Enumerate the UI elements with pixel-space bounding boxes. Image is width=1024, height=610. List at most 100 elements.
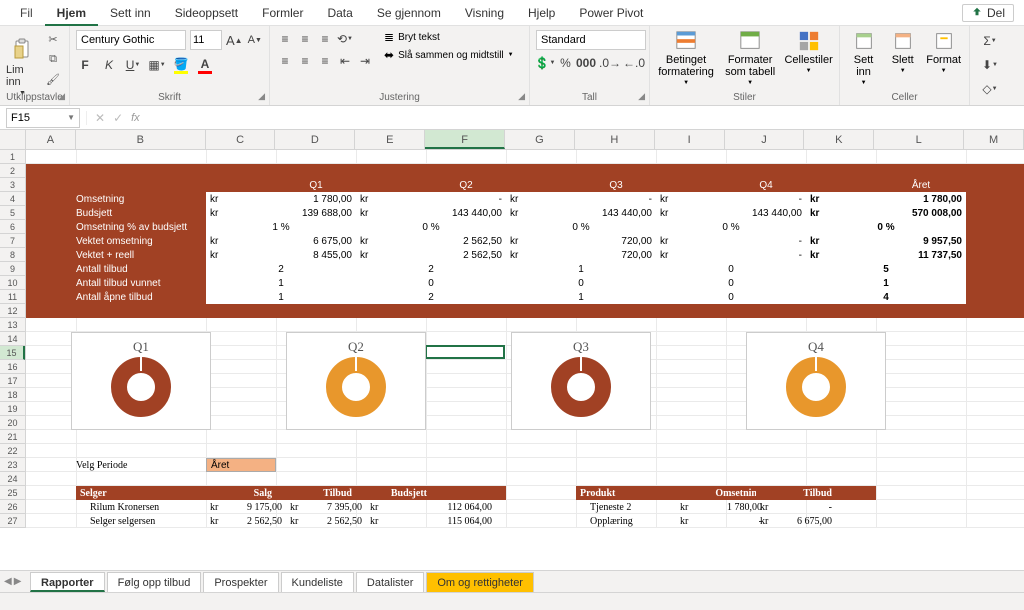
row-header-6[interactable]: 6 [0, 220, 25, 234]
row-header-23[interactable]: 23 [0, 458, 25, 472]
col-header-A[interactable]: A [26, 130, 76, 149]
sheet-tab-datalister[interactable]: Datalister [356, 572, 424, 592]
data-cell[interactable]: 0 [356, 276, 506, 290]
seller-table-cell[interactable]: kr115 064,00 [366, 514, 496, 528]
share-button[interactable]: Del [962, 4, 1014, 22]
row-header-17[interactable]: 17 [0, 374, 25, 388]
sheet-tab-prospekter[interactable]: Prospekter [203, 572, 278, 592]
col-header-J[interactable]: J [725, 130, 805, 149]
donut-chart-q3[interactable]: Q3 [511, 332, 651, 430]
currency-button[interactable]: 💲▼ [536, 54, 554, 72]
tab-hjem[interactable]: Hjem [45, 0, 98, 26]
data-cell[interactable]: kr2 562,50 [356, 234, 506, 248]
number-format-combo[interactable] [536, 30, 646, 50]
donut-chart-q2[interactable]: Q2 [286, 332, 426, 430]
data-cell[interactable]: 1 % [206, 220, 356, 234]
enter-formula-icon[interactable]: ✓ [113, 111, 123, 125]
period-dropdown[interactable]: Året [206, 458, 276, 472]
tab-powerpivot[interactable]: Power Pivot [567, 0, 655, 26]
row-header-5[interactable]: 5 [0, 206, 25, 220]
data-cell[interactable]: 1 [806, 276, 966, 290]
col-header-G[interactable]: G [505, 130, 575, 149]
seller-table-header[interactable]: Salg [206, 486, 276, 500]
data-cell[interactable]: kr143 440,00 [356, 206, 506, 220]
data-cell[interactable]: kr1 780,00 [806, 192, 966, 206]
data-cell[interactable]: kr2 562,50 [356, 248, 506, 262]
data-cell[interactable]: kr- [656, 248, 806, 262]
data-cell[interactable]: 0 [656, 262, 806, 276]
italic-button[interactable]: K [100, 56, 118, 74]
row-header-7[interactable]: 7 [0, 234, 25, 248]
percent-button[interactable]: % [560, 54, 571, 72]
row-header-2[interactable]: 2 [0, 164, 25, 178]
row-header-25[interactable]: 25 [0, 486, 25, 500]
data-cell[interactable]: 2 [206, 262, 356, 276]
row-header-27[interactable]: 27 [0, 514, 25, 528]
data-cell[interactable]: 1 [206, 276, 356, 290]
seller-table-cell[interactable]: Rilum Kronersen [86, 500, 206, 514]
row-header-16[interactable]: 16 [0, 360, 25, 374]
data-cell[interactable]: 0 % [356, 220, 506, 234]
product-table-cell[interactable]: Tjeneste 2 [586, 500, 686, 514]
col-header-L[interactable]: L [874, 130, 964, 149]
merge-button[interactable]: ⬌Slå sammen og midtstill▼ [384, 48, 514, 62]
col-header-H[interactable]: H [575, 130, 655, 149]
row-header-11[interactable]: 11 [0, 290, 25, 304]
seller-table-cell[interactable]: kr2 562,50 [206, 514, 286, 528]
data-cell[interactable]: 0 [656, 290, 806, 304]
product-table-cell[interactable]: Opplæring [586, 514, 686, 528]
align-middle-button[interactable]: ≡ [296, 30, 314, 48]
align-top-button[interactable]: ≡ [276, 30, 294, 48]
tab-sideoppsett[interactable]: Sideoppsett [163, 0, 250, 26]
row-header-24[interactable]: 24 [0, 472, 25, 486]
row-header-15[interactable]: 15 [0, 346, 25, 360]
underline-button[interactable]: U ▼ [124, 56, 142, 74]
format-painter-button[interactable]: 🖌 [43, 70, 63, 88]
row-header-19[interactable]: 19 [0, 402, 25, 416]
data-cell[interactable]: kr139 688,00 [206, 206, 356, 220]
row-header-22[interactable]: 22 [0, 444, 25, 458]
row-header-3[interactable]: 3 [0, 178, 25, 192]
seller-table-cell[interactable]: kr9 175,00 [206, 500, 286, 514]
borders-button[interactable]: ▦ ▼ [148, 56, 166, 74]
data-cell[interactable]: kr- [656, 234, 806, 248]
sheet-tab-rapporter[interactable]: Rapporter [30, 572, 105, 592]
data-cell[interactable]: 2 [356, 290, 506, 304]
data-cell[interactable]: 4 [806, 290, 966, 304]
data-cell[interactable]: kr6 675,00 [206, 234, 356, 248]
clear-button[interactable]: ◇ ▼ [981, 80, 999, 98]
seller-table-header[interactable]: Budsjett [356, 486, 431, 500]
row-header-12[interactable]: 12 [0, 304, 25, 318]
col-header-E[interactable]: E [355, 130, 425, 149]
data-cell[interactable]: kr143 440,00 [656, 206, 806, 220]
tab-segjennom[interactable]: Se gjennom [365, 0, 453, 26]
indent-increase-button[interactable]: ⇥ [356, 52, 374, 70]
tab-settinn[interactable]: Sett inn [98, 0, 163, 26]
row-header-4[interactable]: 4 [0, 192, 25, 206]
fill-button[interactable]: ⬇ ▼ [981, 56, 999, 74]
data-cell[interactable]: 0 [656, 276, 806, 290]
orientation-button[interactable]: ⟲ ▼ [336, 30, 354, 48]
seller-table-cell[interactable]: kr2 562,50 [286, 514, 366, 528]
formula-input[interactable] [148, 108, 1024, 128]
name-box[interactable]: F15▼ [6, 108, 80, 128]
row-header-26[interactable]: 26 [0, 500, 25, 514]
grid-area[interactable]: ABCDEFGHIJKLM 12345678910111213141516171… [0, 130, 1024, 562]
seller-table-cell[interactable]: kr112 064,00 [366, 500, 496, 514]
row-header-14[interactable]: 14 [0, 332, 25, 346]
col-header-C[interactable]: C [206, 130, 276, 149]
font-launcher-icon[interactable]: ◢ [258, 91, 265, 102]
row-header-20[interactable]: 20 [0, 416, 25, 430]
seller-table-cell[interactable]: Selger selgersen [86, 514, 206, 528]
number-launcher-icon[interactable]: ◢ [638, 91, 645, 102]
row-header-18[interactable]: 18 [0, 388, 25, 402]
align-bottom-button[interactable]: ≡ [316, 30, 334, 48]
align-center-button[interactable]: ≡ [296, 52, 314, 70]
tab-data[interactable]: Data [315, 0, 364, 26]
data-cell[interactable]: kr- [506, 192, 656, 206]
data-cell[interactable]: kr720,00 [506, 234, 656, 248]
donut-chart-q4[interactable]: Q4 [746, 332, 886, 430]
data-cell[interactable]: 0 [506, 276, 656, 290]
fill-color-button[interactable]: 🪣 [172, 56, 190, 74]
data-cell[interactable]: 5 [806, 262, 966, 276]
